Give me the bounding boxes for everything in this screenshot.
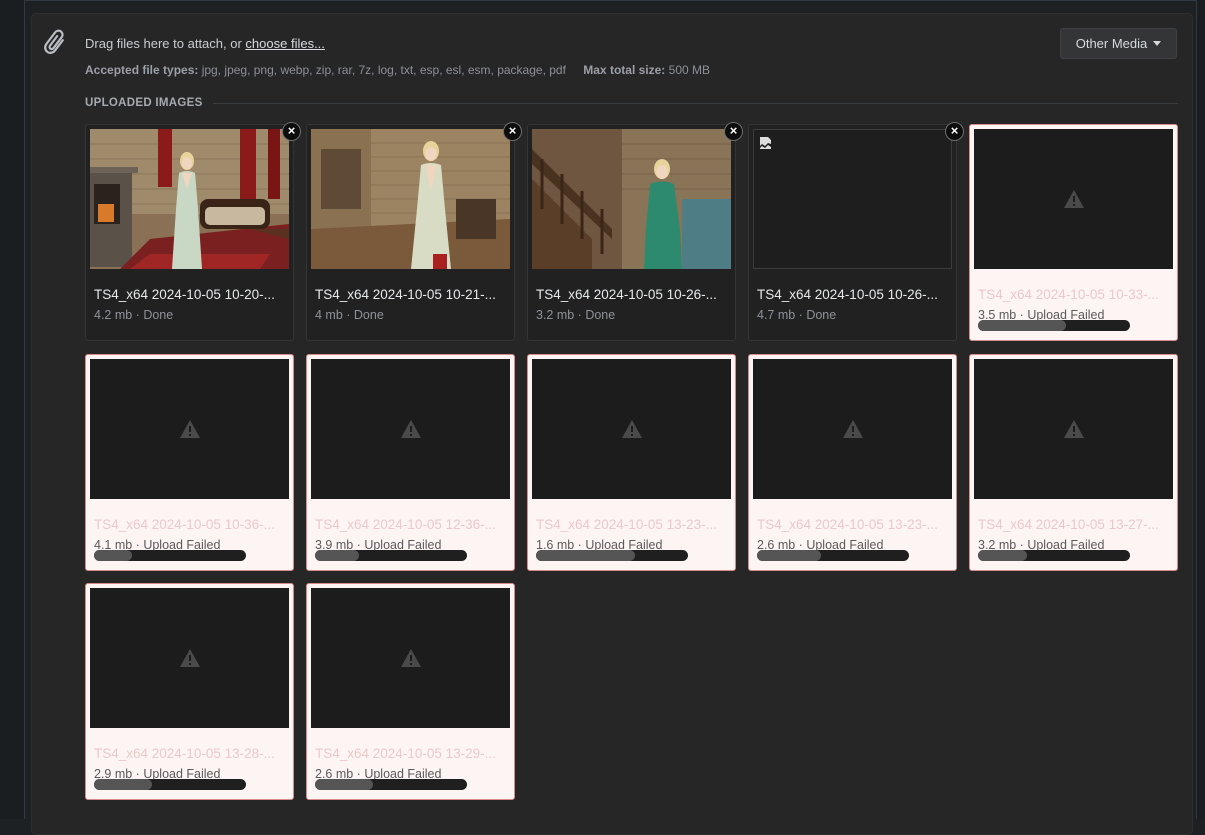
close-icon[interactable]: × bbox=[724, 122, 743, 141]
upload-progress-bar bbox=[315, 550, 467, 561]
file-name: TS4_x64 2024-10-05 12-36-... bbox=[315, 517, 496, 532]
max-size-label: Max total size: bbox=[583, 63, 666, 77]
max-size-value: 500 MB bbox=[668, 63, 710, 77]
upload-progress-bar bbox=[94, 779, 246, 790]
upload-progress-fill bbox=[315, 779, 373, 790]
upload-progress-fill bbox=[978, 320, 1067, 331]
upload-progress-fill bbox=[536, 550, 635, 561]
top-divider bbox=[24, 0, 1197, 1]
warning-triangle-icon bbox=[180, 420, 200, 438]
paperclip-icon bbox=[44, 29, 64, 54]
warning-triangle-icon bbox=[180, 649, 200, 667]
image-thumbnail[interactable] bbox=[90, 129, 289, 269]
caret-down-icon bbox=[1153, 41, 1162, 46]
image-thumbnail[interactable] bbox=[753, 129, 952, 269]
file-name: TS4_x64 2024-10-05 10-26-... bbox=[536, 287, 717, 302]
upload-card[interactable]: TS4_x64 2024-10-05 10-21-... 4 mb · Done… bbox=[306, 122, 522, 341]
warning-triangle-icon bbox=[843, 420, 863, 438]
section-rule bbox=[212, 102, 1178, 104]
drag-instruction: Drag files here to attach, or bbox=[85, 36, 246, 51]
file-status: 4.2 mb · Done bbox=[94, 308, 174, 322]
thumbnail-image bbox=[311, 129, 510, 269]
upload-progress-fill bbox=[315, 550, 360, 561]
image-thumbnail bbox=[311, 359, 510, 499]
upload-progress-bar bbox=[94, 550, 246, 561]
image-thumbnail bbox=[974, 359, 1173, 499]
right-gutter bbox=[1196, 0, 1205, 819]
file-name: TS4_x64 2024-10-05 10-33-... bbox=[978, 287, 1159, 302]
upload-progress-bar bbox=[315, 779, 467, 790]
image-thumbnail bbox=[90, 359, 289, 499]
section-title: UPLOADED IMAGES bbox=[85, 97, 203, 109]
close-icon[interactable]: × bbox=[282, 122, 301, 141]
upload-card-failed[interactable]: TS4_x64 2024-10-05 10-36-... 4.1 mb · Up… bbox=[85, 354, 294, 571]
file-name: TS4_x64 2024-10-05 13-28-... bbox=[94, 746, 275, 761]
upload-card[interactable]: TS4_x64 2024-10-05 10-26-... 3.2 mb · Do… bbox=[527, 122, 743, 341]
warning-triangle-icon bbox=[401, 649, 421, 667]
upload-progress-fill bbox=[94, 779, 152, 790]
upload-progress-fill bbox=[757, 550, 821, 561]
accepted-types-label: Accepted file types: bbox=[85, 63, 199, 77]
upload-card-failed[interactable]: TS4_x64 2024-10-05 13-28-... 2.9 mb · Up… bbox=[85, 583, 294, 800]
close-icon[interactable]: × bbox=[503, 122, 522, 141]
file-name: TS4_x64 2024-10-05 13-23-... bbox=[757, 517, 938, 532]
uploaded-images-header: UPLOADED IMAGES bbox=[85, 96, 1178, 110]
other-media-label: Other Media bbox=[1075, 36, 1148, 51]
file-name: TS4_x64 2024-10-05 13-29-... bbox=[315, 746, 496, 761]
warning-triangle-icon bbox=[1064, 190, 1084, 208]
file-status: 4.7 mb · Done bbox=[757, 308, 837, 322]
image-thumbnail[interactable] bbox=[311, 129, 510, 269]
warning-triangle-icon bbox=[1064, 420, 1084, 438]
upload-card[interactable]: TS4_x64 2024-10-05 10-26-... 4.7 mb · Do… bbox=[748, 122, 964, 341]
file-name: TS4_x64 2024-10-05 13-27-... bbox=[978, 517, 1159, 532]
upload-card-failed[interactable]: TS4_x64 2024-10-05 10-33-... 3.5 mb · Up… bbox=[969, 124, 1178, 341]
file-name: TS4_x64 2024-10-05 13-23-... bbox=[536, 517, 717, 532]
upload-card-failed[interactable]: TS4_x64 2024-10-05 13-23-... 1.6 mb · Up… bbox=[527, 354, 736, 571]
file-name: TS4_x64 2024-10-05 10-36-... bbox=[94, 517, 275, 532]
upload-card-failed[interactable]: TS4_x64 2024-10-05 13-23-... 2.6 mb · Up… bbox=[748, 354, 957, 571]
file-status: 4 mb · Done bbox=[315, 308, 384, 322]
image-thumbnail bbox=[532, 359, 731, 499]
image-thumbnail bbox=[974, 129, 1173, 269]
upload-card-failed[interactable]: TS4_x64 2024-10-05 13-27-... 3.2 mb · Up… bbox=[969, 354, 1178, 571]
upload-progress-bar bbox=[978, 320, 1130, 331]
upload-progress-bar bbox=[536, 550, 688, 561]
upload-card-failed[interactable]: TS4_x64 2024-10-05 13-29-... 2.6 mb · Up… bbox=[306, 583, 515, 800]
upload-progress-bar bbox=[978, 550, 1130, 561]
image-thumbnail bbox=[311, 588, 510, 728]
image-thumbnail bbox=[90, 588, 289, 728]
upload-constraints: Accepted file types: jpg, jpeg, png, web… bbox=[85, 63, 710, 77]
accepted-types-value: jpg, jpeg, png, webp, zip, rar, 7z, log,… bbox=[201, 63, 566, 77]
close-icon[interactable]: × bbox=[945, 122, 964, 141]
warning-triangle-icon bbox=[622, 420, 642, 438]
left-gutter bbox=[0, 0, 25, 819]
file-name: TS4_x64 2024-10-05 10-21-... bbox=[315, 287, 496, 302]
image-thumbnail bbox=[753, 359, 952, 499]
image-thumbnail[interactable] bbox=[532, 129, 731, 269]
upload-card[interactable]: TS4_x64 2024-10-05 10-20-... 4.2 mb · Do… bbox=[85, 122, 301, 341]
thumbnail-image bbox=[90, 129, 289, 269]
warning-triangle-icon bbox=[401, 420, 421, 438]
upload-progress-fill bbox=[978, 550, 1027, 561]
file-name: TS4_x64 2024-10-05 10-26-... bbox=[757, 287, 938, 302]
drop-zone-text[interactable]: Drag files here to attach, or choose fil… bbox=[85, 36, 325, 51]
file-status: 3.2 mb · Done bbox=[536, 308, 616, 322]
other-media-button[interactable]: Other Media bbox=[1060, 28, 1177, 59]
choose-files-link[interactable]: choose files... bbox=[245, 36, 325, 51]
file-name: TS4_x64 2024-10-05 10-20-... bbox=[94, 287, 275, 302]
broken-image-icon bbox=[760, 137, 771, 149]
thumbnail-image bbox=[532, 129, 731, 269]
upload-card-failed[interactable]: TS4_x64 2024-10-05 12-36-... 3.9 mb · Up… bbox=[306, 354, 515, 571]
upload-progress-fill bbox=[94, 550, 132, 561]
upload-progress-bar bbox=[757, 550, 909, 561]
